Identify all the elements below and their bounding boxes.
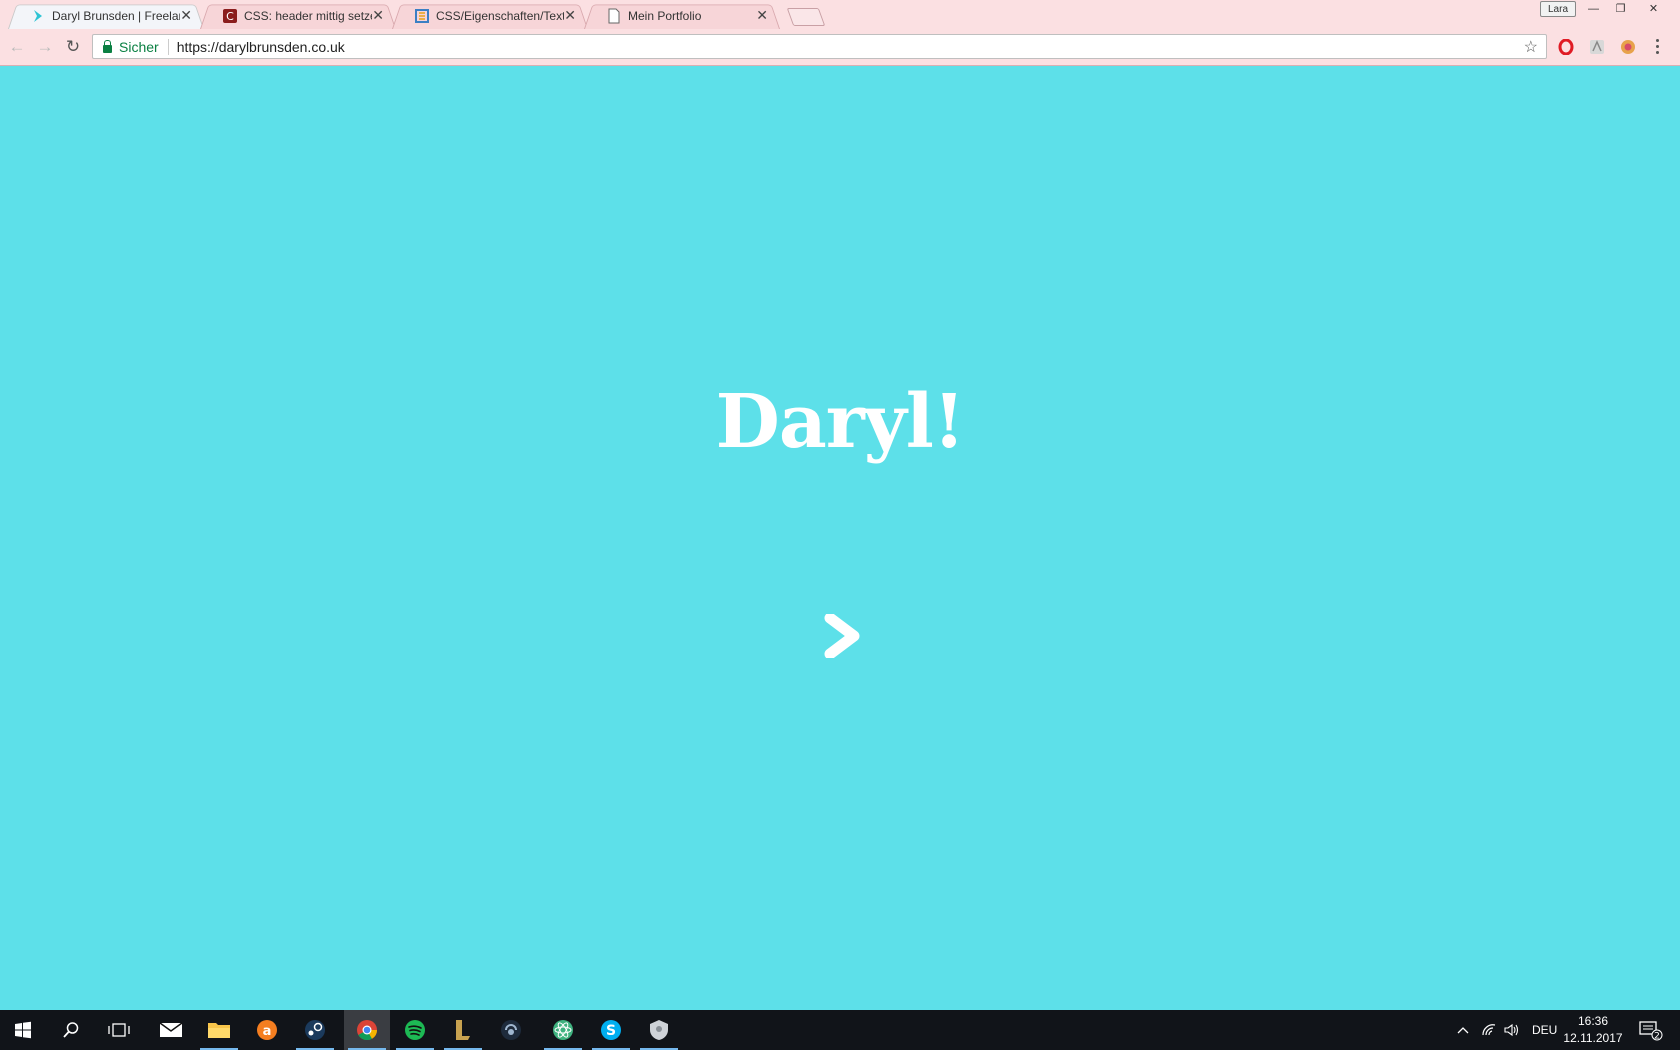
clock-date: 12.11.2017 <box>1563 1031 1623 1045</box>
file-explorer-icon[interactable] <box>196 1010 242 1050</box>
notification-count: 2 <box>1654 1032 1660 1042</box>
task-view-icon[interactable] <box>96 1010 142 1050</box>
svg-text:a: a <box>263 1024 272 1039</box>
selfhtml-favicon-icon <box>415 8 429 23</box>
close-window-icon[interactable]: ✕ <box>1640 0 1667 17</box>
tray-chevron-up-icon[interactable] <box>1456 1010 1470 1050</box>
hero-headline: Daryl! <box>715 379 966 465</box>
chrome-icon[interactable] <box>344 1010 390 1050</box>
action-center-icon[interactable]: 2 <box>1638 1010 1664 1050</box>
mail-icon[interactable] <box>148 1010 194 1050</box>
tab-close-icon[interactable]: ✕ <box>756 7 768 24</box>
svg-text:S: S <box>606 1023 616 1039</box>
volume-icon[interactable] <box>1503 1010 1521 1050</box>
acrobat-icon[interactable] <box>1589 39 1605 55</box>
teamspeak-icon[interactable] <box>488 1010 534 1050</box>
reload-button[interactable]: ↻ <box>62 36 84 58</box>
tab-strip: Daryl Brunsden | Freelan ✕ C CSS: header… <box>0 0 1680 30</box>
league-of-legends-icon[interactable] <box>440 1010 486 1050</box>
red-c-favicon-icon: C <box>223 8 237 23</box>
opera-icon[interactable] <box>1558 39 1574 55</box>
restore-icon[interactable]: ❐ <box>1607 0 1634 17</box>
address-bar[interactable]: Sicher https://darylbrunsden.co.uk ☆ <box>92 34 1547 59</box>
lock-icon <box>103 39 112 53</box>
windows-taskbar: a S DEU 16:36 12.11.2017 2 <box>0 1010 1680 1050</box>
secure-label: Sicher <box>119 38 159 55</box>
menu-kebab-icon[interactable] <box>1656 39 1660 54</box>
skype-icon[interactable]: S <box>588 1010 634 1050</box>
new-tab-button[interactable] <box>786 8 826 26</box>
tab-close-icon[interactable]: ✕ <box>180 7 192 24</box>
chevron-favicon-icon <box>34 9 42 22</box>
vpn-icon[interactable] <box>636 1010 682 1050</box>
steam-icon[interactable] <box>292 1010 338 1050</box>
tab-daryl-brunsden[interactable]: Daryl Brunsden | Freelan ✕ <box>8 2 204 29</box>
next-chevron-right-icon[interactable] <box>824 614 860 658</box>
search-icon[interactable] <box>48 1010 94 1050</box>
tab-title: Daryl Brunsden | Freelan <box>52 8 181 23</box>
tab-mein-portfolio[interactable]: Mein Portfolio ✕ <box>584 2 780 29</box>
windows-start-icon[interactable] <box>0 1010 46 1050</box>
atom-icon[interactable] <box>540 1010 586 1050</box>
forward-button[interactable]: → <box>34 36 56 58</box>
tab-close-icon[interactable]: ✕ <box>564 7 576 24</box>
tab-title: CSS: header mittig setzen <box>244 8 373 23</box>
tab-title: Mein Portfolio <box>628 8 702 23</box>
language-indicator[interactable]: DEU <box>1532 1010 1557 1050</box>
extension-icon[interactable] <box>1620 39 1636 55</box>
browser-toolbar: ← → ↻ Sicher https://darylbrunsden.co.uk… <box>0 29 1680 66</box>
tab-title: CSS/Eigenschaften/Texta <box>436 8 565 23</box>
minimize-icon[interactable]: — <box>1580 0 1607 17</box>
divider <box>167 38 169 55</box>
page-content: Daryl! <box>0 66 1680 1010</box>
url-text[interactable]: https://darylbrunsden.co.uk <box>177 39 345 55</box>
avast-icon[interactable]: a <box>244 1010 290 1050</box>
clock-time: 16:36 <box>1577 1014 1609 1028</box>
document-favicon-icon <box>608 8 620 23</box>
tab-css-eigenschaften[interactable]: CSS/Eigenschaften/Texta ✕ <box>392 2 588 29</box>
back-button[interactable]: ← <box>6 36 28 58</box>
tab-close-icon[interactable]: ✕ <box>372 7 384 24</box>
clock[interactable]: 16:36 12.11.2017 <box>1560 1013 1626 1047</box>
svg-text:C: C <box>226 10 234 23</box>
tab-css-header[interactable]: C CSS: header mittig setzen ✕ <box>200 2 396 29</box>
spotify-icon[interactable] <box>392 1010 438 1050</box>
profile-badge[interactable]: Lara <box>1540 1 1576 17</box>
network-icon[interactable] <box>1481 1010 1497 1050</box>
bookmark-star-icon[interactable]: ☆ <box>1524 37 1538 57</box>
